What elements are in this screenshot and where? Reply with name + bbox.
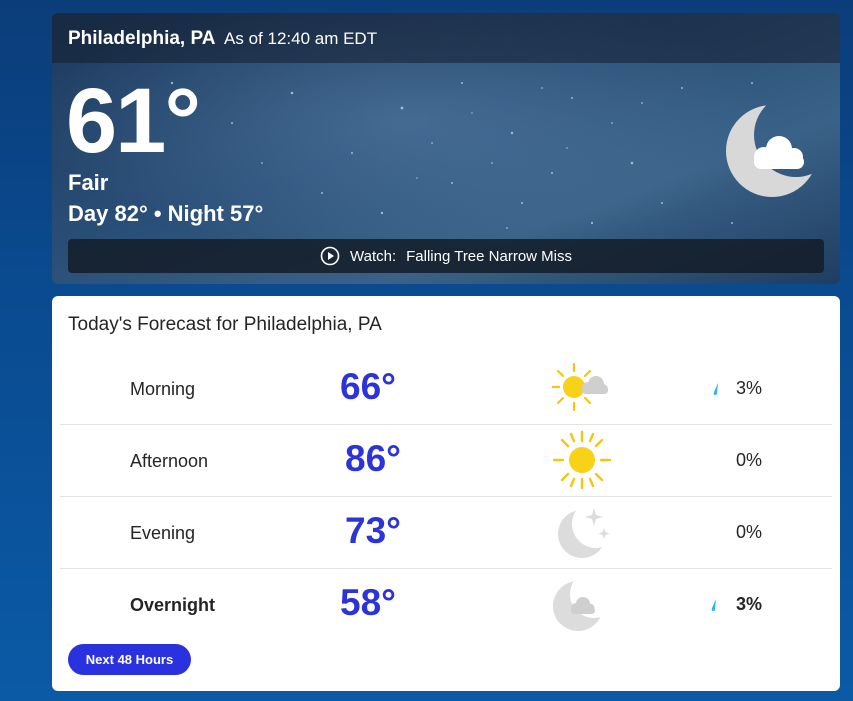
sun-icon — [552, 430, 612, 490]
location-name: Philadelphia, PA — [68, 28, 215, 49]
watch-video-link[interactable]: Watch: Falling Tree Narrow Miss — [68, 239, 824, 273]
watch-title: Falling Tree Narrow Miss — [406, 247, 572, 265]
todays-forecast-card: Today's Forecast for Philadelphia, PA Mo… — [52, 296, 840, 691]
daypart-temperature: 86° — [345, 438, 401, 479]
as-of-time: As of 12:40 am EDT — [224, 29, 378, 48]
sun-cloud-icon — [550, 358, 612, 418]
current-conditions-card: Philadelphia, PA As of 12:40 am EDT 61° … — [52, 13, 840, 284]
next-48-hours-button[interactable]: Next 48 Hours — [68, 644, 191, 675]
moon-stars-icon — [552, 502, 612, 562]
daypart-label: Morning — [130, 379, 196, 399]
play-circle-icon — [320, 246, 340, 266]
raindrop-icon — [713, 383, 718, 395]
watch-prefix: Watch: — [350, 247, 397, 265]
precip-chance: 0% — [735, 522, 762, 542]
condition-phrase: Fair — [68, 170, 109, 195]
moon-cloud-icon — [552, 574, 612, 634]
day-night-temps: Day 82° • Night 57° — [68, 201, 264, 226]
daypart-label: Evening — [130, 523, 196, 543]
daypart-label: Overnight — [130, 595, 216, 615]
current-temperature: 61° — [66, 70, 201, 172]
location-title: Philadelphia, PA As of 12:40 am EDT — [68, 28, 377, 50]
forecast-row-afternoon: Afternoon 86° 0% — [60, 424, 832, 497]
forecast-title: Today's Forecast for Philadelphia, PA — [68, 314, 382, 335]
precip-chance: 3% — [735, 594, 762, 614]
daypart-temperature: 58° — [340, 582, 396, 623]
forecast-row-morning: Morning 66° 3% — [60, 352, 832, 425]
forecast-row-overnight: Overnight 58° 3% — [60, 568, 832, 640]
precip-chance: 0% — [735, 450, 762, 470]
daypart-temperature: 66° — [340, 366, 396, 407]
moon-cloud-icon — [724, 97, 824, 201]
daypart-temperature: 73° — [345, 510, 401, 551]
forecast-row-evening: Evening 73° 0% — [60, 496, 832, 569]
raindrop-icon — [711, 599, 716, 611]
daypart-label: Afternoon — [130, 451, 209, 471]
precip-chance: 3% — [735, 378, 762, 398]
